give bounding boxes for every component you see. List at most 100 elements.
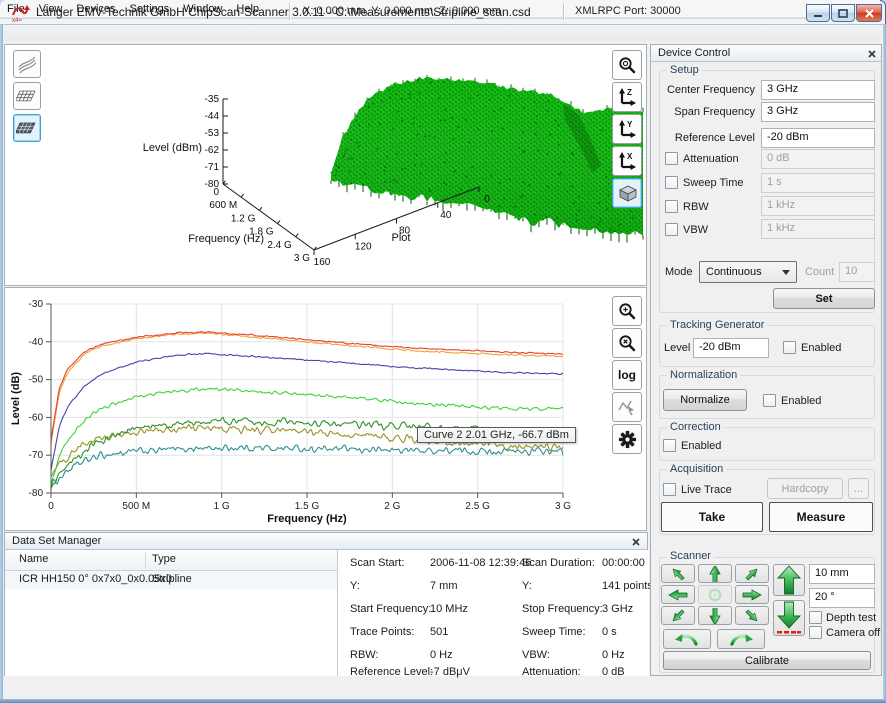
dataset-manager-header: Data Set Manager [5, 533, 647, 550]
device-control-panel: Device Control Setup Center Frequency 3 … [650, 44, 882, 676]
device-control-header: Device Control [651, 45, 881, 62]
scanner-rotate-left-button[interactable] [663, 629, 711, 649]
scanner-step-input[interactable]: 10 mm [809, 564, 875, 584]
set-button[interactable]: Set [773, 288, 875, 309]
surface-lines-view-button[interactable] [13, 50, 41, 78]
scanner-up-right-button[interactable] [735, 564, 769, 583]
rbw-checkbox[interactable] [665, 200, 678, 213]
sweep-time-checkbox[interactable] [665, 176, 678, 189]
correction-enabled-checkbox[interactable] [663, 439, 676, 452]
plot-settings-button[interactable] [612, 424, 642, 454]
scanner-down-button[interactable] [698, 606, 732, 625]
svg-text:1 G: 1 G [214, 501, 230, 512]
scanner-rotate-right-button[interactable] [717, 629, 765, 649]
axis-z-button[interactable]: Z [612, 82, 642, 112]
scanner-down-right-button[interactable] [735, 606, 769, 625]
scanner-z-up-button[interactable] [773, 564, 805, 596]
dataset-manager-close-button[interactable] [629, 535, 643, 548]
mode-select[interactable]: Continuous [699, 261, 797, 283]
camera-off-checkbox[interactable] [809, 626, 822, 639]
info-label: Y: [522, 580, 532, 592]
scanner-up-button[interactable] [698, 564, 732, 583]
axis-y-button[interactable]: Y [612, 114, 642, 144]
svg-text:0: 0 [213, 187, 219, 198]
column-header-name[interactable]: Name [19, 553, 48, 565]
tg-level-input[interactable]: -20 dBm [693, 338, 769, 358]
info-label: Attenuation: [522, 666, 581, 678]
normalize-button[interactable]: Normalize [663, 389, 747, 411]
zoom-3d-button[interactable] [612, 50, 642, 80]
arrow-up-left-icon [666, 566, 690, 582]
table-row[interactable]: ICR HH150 0° 0x7x0_0x0.05x0 Stripline [5, 571, 337, 589]
svg-text:160: 160 [314, 257, 331, 268]
hardcopy-button[interactable]: Hardcopy [767, 478, 843, 499]
scanner-down-left-button[interactable] [661, 606, 695, 625]
device-control-title: Device Control [658, 47, 730, 59]
vbw-checkbox[interactable] [665, 223, 678, 236]
vbw-label: VBW [683, 224, 708, 236]
scanner-angle-input[interactable]: 20 ° [809, 588, 875, 608]
column-divider[interactable] [145, 552, 146, 568]
trace-pick-button[interactable] [612, 392, 642, 422]
take-button[interactable]: Take [661, 502, 763, 532]
dataset-table-header: Name Type [5, 550, 337, 571]
setup-legend: Setup [667, 64, 702, 76]
axis-y-icon: Y [617, 119, 637, 139]
svg-text:2.4 G: 2.4 G [267, 240, 292, 251]
log-scale-button[interactable]: log [612, 360, 642, 390]
scanner-home-button[interactable] [698, 585, 732, 604]
surface-filled-view-button[interactable] [13, 114, 41, 142]
info-value: 501 [430, 626, 448, 638]
live-trace-checkbox[interactable] [663, 483, 676, 496]
settings-gear-icon [618, 430, 637, 449]
info-label: Reference Level: [350, 666, 433, 678]
maximize-button[interactable] [831, 4, 855, 22]
reference-level-input[interactable]: -20 dBm [761, 128, 875, 148]
surface-wireframe-view-button[interactable] [13, 82, 41, 110]
status-divider [289, 3, 290, 20]
center-frequency-input[interactable]: 3 GHz [761, 80, 875, 100]
arrow-up-icon [703, 566, 727, 582]
span-frequency-input[interactable]: 3 GHz [761, 102, 875, 122]
depth-test-checkbox[interactable] [809, 611, 822, 624]
attenuation-checkbox[interactable] [665, 152, 678, 165]
view-3d-button[interactable] [612, 178, 642, 208]
axis-x-button[interactable]: X [612, 146, 642, 176]
zoom-reset-button[interactable] [612, 328, 642, 358]
zoom-in-button[interactable] [612, 296, 642, 326]
info-value: 7 mm [430, 580, 458, 592]
calibrate-button[interactable]: Calibrate [663, 651, 871, 670]
info-label: Sweep Time: [522, 626, 586, 638]
svg-text:X: X [627, 152, 633, 161]
close-button[interactable] [856, 4, 882, 22]
scanner-z-down-button[interactable] [773, 600, 805, 636]
rotate-right-arrow-icon [728, 631, 754, 647]
svg-text:2 G: 2 G [384, 501, 400, 512]
minimize-icon [813, 9, 823, 18]
column-header-type[interactable]: Type [152, 553, 176, 565]
scan-info-area: Scan Start:2006-11-08 12:39:46 Y:7 mm St… [337, 550, 649, 676]
svg-text:120: 120 [355, 241, 372, 252]
info-label: RBW: [350, 649, 379, 661]
normalization-legend: Normalization [667, 369, 740, 381]
dataset-manager-panel: Data Set Manager Name Type ICR HH150 0° … [4, 532, 648, 676]
svg-text:500 M: 500 M [122, 501, 150, 512]
info-value: 2006-11-08 12:39:46 [430, 557, 531, 569]
big-arrow-up-icon [776, 565, 802, 595]
center-frequency-label: Center Frequency [659, 84, 755, 96]
normalization-enabled-checkbox[interactable] [763, 394, 776, 407]
scanner-legend: Scanner [667, 550, 714, 562]
scanner-left-button[interactable] [661, 585, 695, 604]
tg-enabled-checkbox[interactable] [783, 341, 796, 354]
attenuation-input: 0 dB [761, 149, 875, 169]
svg-text:Frequency (Hz): Frequency (Hz) [267, 513, 347, 525]
close-icon [632, 538, 640, 546]
scanner-right-button[interactable] [735, 585, 769, 604]
correction-legend: Correction [667, 421, 724, 433]
surface-lines-icon [17, 54, 37, 74]
measure-button[interactable]: Measure [769, 502, 873, 532]
device-control-close-button[interactable] [865, 47, 879, 60]
minimize-button[interactable] [806, 4, 830, 22]
scanner-up-left-button[interactable] [661, 564, 695, 583]
hardcopy-more-button[interactable]: ... [848, 478, 869, 499]
